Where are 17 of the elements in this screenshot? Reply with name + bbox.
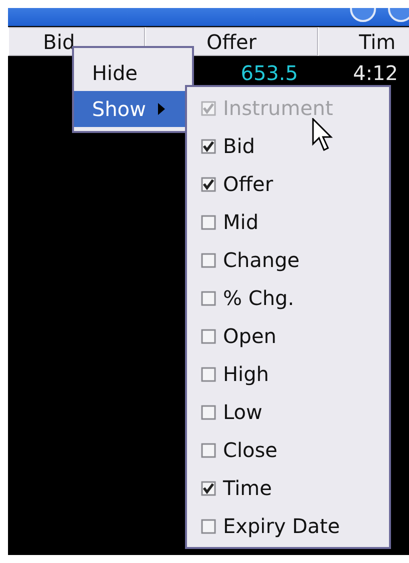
menu-item[interactable]: Change [187,241,389,279]
table-cell-text: 4:12 [352,61,398,85]
column-header[interactable]: Offer [145,27,318,56]
menu-item[interactable]: Hide [74,55,192,91]
menu-item[interactable]: % Chg. [187,279,389,317]
menu-item[interactable]: Offer [187,165,389,203]
menu-item[interactable]: Time [187,469,389,507]
menu-item[interactable]: Mid [187,203,389,241]
menu-item[interactable]: Open [187,317,389,355]
column-header[interactable]: Tim [318,27,409,56]
menu-item[interactable]: Expiry Date [187,507,389,545]
cursor-icon [312,118,334,152]
menu-item[interactable]: Low [187,393,389,431]
menu-item[interactable]: High [187,355,389,393]
menu-item[interactable]: Bid [187,127,389,165]
menu-item[interactable]: Close [187,431,389,469]
table-cell-text: 653.5 [240,61,299,85]
